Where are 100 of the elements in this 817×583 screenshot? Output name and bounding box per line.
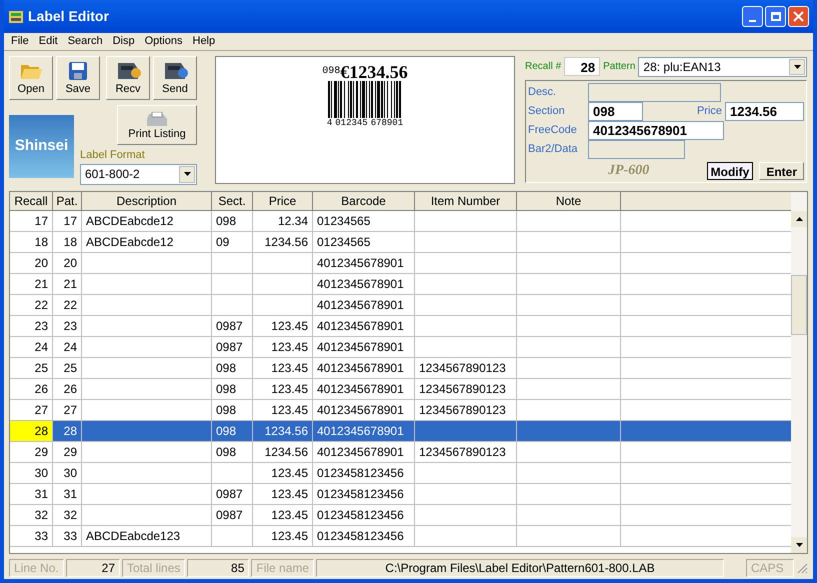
table-row[interactable]: 28 28 098 1234.56 4012345678901 [10, 421, 791, 442]
column-header[interactable]: Recall [10, 192, 53, 211]
table-cell: 123.45 [253, 337, 313, 358]
table-cell: 4012345678901 [313, 337, 415, 358]
dropdown-arrow-icon [794, 64, 800, 68]
table-row[interactable]: 20 20 4012345678901 [10, 253, 791, 274]
label-format-label: Label Format [80, 148, 146, 163]
form-button[interactable]: Enter [759, 162, 804, 180]
toolbar-button[interactable]: Send [153, 56, 197, 100]
menu-item[interactable]: Search [68, 33, 103, 50]
menu-item[interactable]: File [11, 33, 29, 50]
column-header[interactable]: Note [517, 192, 621, 211]
menu-item[interactable]: Options [144, 33, 182, 50]
menu-item[interactable]: Help [192, 33, 216, 50]
column-header[interactable]: Barcode [313, 192, 415, 211]
calculator-icon [8, 8, 24, 24]
dropdown-arrow-icon [184, 172, 190, 176]
minimize-button[interactable] [742, 6, 763, 27]
scroll-thumb[interactable] [791, 275, 807, 335]
table-cell: 09 [212, 232, 253, 253]
table-row[interactable]: 17 17 ABCDEabcde12 098 12.34 01234565 [10, 211, 791, 232]
menu-item[interactable]: Disp [112, 33, 135, 50]
table-row[interactable]: 32 32 0987 123.45 0123458123456 [10, 505, 791, 526]
table-cell: 30 [53, 463, 82, 484]
table-cell: 32 [10, 505, 53, 526]
column-header[interactable]: Sect. [212, 192, 253, 211]
status-label: CAPS [746, 559, 794, 577]
column-header[interactable]: Price [253, 192, 313, 211]
close-button[interactable] [788, 6, 809, 27]
print-listing-button[interactable]: Print Listing [117, 105, 197, 145]
column-header[interactable]: Pat. [53, 192, 82, 211]
table-cell: 098 [212, 442, 253, 463]
section-field[interactable]: 098 [588, 102, 643, 120]
scrollbar[interactable] [791, 192, 807, 553]
table-cell: 23 [10, 316, 53, 337]
table-cell: 4012345678901 [313, 274, 415, 295]
table-row[interactable]: 18 18 ABCDEabcde12 09 1234.56 01234565 [10, 232, 791, 253]
table-cell: 098 [212, 358, 253, 379]
table-cell: ABCDEabcde12 [82, 211, 212, 232]
table-cell: 123.45 [253, 463, 313, 484]
table-cell: 01234565 [313, 232, 415, 253]
table-row[interactable]: 23 23 0987 123.45 4012345678901 [10, 316, 791, 337]
table-row[interactable]: 33 33 ABCDEabcde123 123.45 0123458123456 [10, 526, 791, 547]
table-cell: 22 [10, 295, 53, 316]
menu-item[interactable]: Edit [38, 33, 58, 50]
model-name: JP-600 [608, 162, 650, 180]
table-cell: 18 [10, 232, 53, 253]
table-cell: 098 [212, 421, 253, 442]
free-code-field[interactable]: 4012345678901 [588, 120, 724, 140]
table-cell: 0123458123456 [313, 505, 415, 526]
price-label: Price [696, 104, 722, 119]
column-header[interactable]: Item Number [415, 192, 517, 211]
toolbar-button[interactable]: Save [56, 56, 100, 100]
status-value: 27 [66, 559, 120, 577]
table-cell: 20 [10, 253, 53, 274]
table-cell: ABCDEabcde123 [82, 526, 212, 547]
table-cell: 4012345678901 [313, 295, 415, 316]
table-cell: 0987 [212, 484, 253, 505]
table-cell: 0987 [212, 337, 253, 358]
table-row[interactable]: 30 30 123.45 0123458123456 [10, 463, 791, 484]
toolbar-button[interactable]: Open [9, 56, 53, 100]
resize-grip-icon [796, 562, 808, 574]
table-row[interactable]: 31 31 0987 123.45 0123458123456 [10, 484, 791, 505]
file-path: C:\Program Files\Label Editor\Pattern601-800.LAB [316, 559, 724, 577]
table-cell: 22 [53, 295, 82, 316]
table-cell: 098 [212, 211, 253, 232]
form-button[interactable]: Modify [706, 162, 754, 180]
table-cell: 0123458123456 [313, 484, 415, 505]
price-field[interactable]: 1234.56 [725, 102, 804, 120]
recall-label: Recall # [525, 60, 562, 74]
close-icon [793, 11, 804, 22]
table-cell: 28 [53, 421, 82, 442]
pattern-dropdown[interactable]: 28: plu:EAN13 [638, 56, 807, 76]
table-row[interactable]: 25 25 098 123.45 4012345678901 1234567890123 [10, 358, 791, 379]
table-cell: 1234567890123 [415, 358, 517, 379]
table-row[interactable]: 22 22 4012345678901 [10, 295, 791, 316]
table-cell: 123.45 [253, 484, 313, 505]
table-cell: 4012345678901 [313, 358, 415, 379]
toolbar-button[interactable]: Recv [106, 56, 150, 100]
field-label: Desc. [528, 84, 558, 100]
maximize-button[interactable] [765, 6, 786, 27]
table-cell: 33 [53, 526, 82, 547]
table-cell: 21 [53, 274, 82, 295]
table-row[interactable]: 29 29 098 1234.56 4012345678901 1234567890123 [10, 442, 791, 463]
table-cell: 0123458123456 [313, 526, 415, 547]
table-cell: 31 [10, 484, 53, 505]
table-cell: 4012345678901 [313, 442, 415, 463]
table-cell: 25 [10, 358, 53, 379]
status-value: 85 [187, 559, 250, 577]
recall-field[interactable]: 28 [564, 57, 600, 76]
table-row[interactable]: 21 21 4012345678901 [10, 274, 791, 295]
table-cell: 23 [53, 316, 82, 337]
label-format-dropdown[interactable]: 601-800-2 [80, 164, 197, 184]
barcode-digits: 4 [326, 118, 332, 128]
barcode-digits: 678901 [370, 118, 404, 128]
table-cell: 25 [53, 358, 82, 379]
table-row[interactable]: 26 26 098 123.45 4012345678901 1234567890123 [10, 379, 791, 400]
table-cell: 4012345678901 [313, 253, 415, 274]
column-header[interactable]: Description [82, 192, 212, 211]
table-row[interactable]: 24 24 0987 123.45 4012345678901 [10, 337, 791, 358]
